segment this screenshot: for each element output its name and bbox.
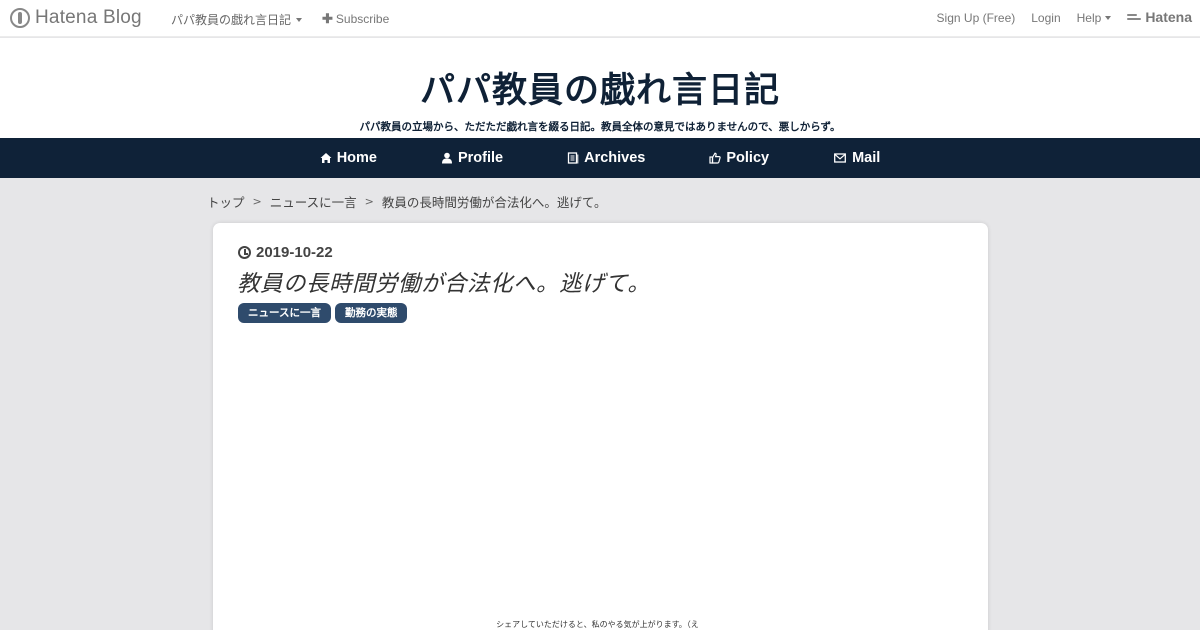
nav-item-label: Home (336, 150, 377, 166)
hatena-logo[interactable]: Hatena (1127, 9, 1192, 25)
envelope-icon (834, 153, 847, 163)
breadcrumb: トップ > ニュースに一言 > 教員の長時間労働が合法化へ。逃げて。 (207, 192, 606, 211)
category-badge[interactable]: 勤務の実態 (334, 303, 408, 323)
plus-icon: ✚ (322, 11, 333, 26)
archive-icon (567, 152, 579, 164)
category-badge[interactable]: ニュースに一言 (238, 303, 331, 323)
nav-item-label: Policy (726, 150, 770, 166)
nav-item-mail[interactable]: Mail (801, 138, 912, 178)
nav-item-policy[interactable]: Policy (677, 138, 801, 178)
home-icon (320, 153, 332, 163)
breadcrumb-separator: > (364, 195, 374, 208)
hatena-blog-logo-icon (10, 8, 30, 28)
nav-item-profile[interactable]: Profile (409, 138, 535, 178)
breadcrumb-item-current: 教員の長時間労働が合法化へ。逃げて。 (381, 195, 607, 210)
caret-down-icon (1105, 16, 1112, 20)
thumbs-up-icon (709, 152, 722, 164)
blog-title[interactable]: パパ教員の戯れ言日記 (0, 62, 1200, 113)
article-categories: ニュースに一言 勤務の実態 (238, 303, 408, 323)
person-icon (441, 152, 452, 164)
hatena-logo-text: Hatena (1145, 9, 1192, 25)
nav-item-label: Archives (584, 150, 646, 166)
nav-item-archives[interactable]: Archives (535, 138, 677, 178)
article-date-text: 2019-10-22 (256, 244, 333, 261)
article-title[interactable]: 教員の長時間労働が合法化へ。逃げて。 (237, 266, 650, 298)
nav-item-home[interactable]: Home (288, 138, 409, 178)
hatena-bar-right: Sign Up (Free) Login Help Hatena (937, 9, 1192, 25)
blog-name-label: パパ教員の戯れ言日記 (171, 13, 292, 27)
hatena-blog-logo-text: Hatena Blog (35, 7, 142, 28)
share-note: シェアしていただけると、私のやる気が上がります。（え (496, 620, 699, 629)
caret-down-icon (296, 17, 303, 22)
breadcrumb-item-category[interactable]: ニュースに一言 (270, 192, 357, 211)
subscribe-button[interactable]: ✚ Subscribe (322, 11, 389, 27)
nav-item-label: Mail (852, 150, 881, 166)
hatena-global-header: Hatena Blog パパ教員の戯れ言日記 ✚ Subscribe Sign … (0, 0, 1200, 37)
breadcrumb-item-top[interactable]: トップ (207, 192, 245, 211)
blog-header: パパ教員の戯れ言日記 パパ教員の立場から、ただただ戯れ言を綴る日記。教員全体の意… (0, 38, 1200, 138)
signup-link[interactable]: Sign Up (Free) (937, 11, 1016, 25)
nav-item-label: Profile (457, 150, 504, 166)
breadcrumb-separator: > (252, 195, 262, 208)
clock-icon (238, 246, 251, 259)
blog-description: パパ教員の立場から、ただただ戯れ言を綴る日記。教員全体の意見ではありませんので、… (359, 121, 841, 133)
hatena-blog-logo[interactable]: Hatena Blog (10, 7, 142, 29)
hatena-mark-icon (1127, 13, 1142, 21)
help-dropdown[interactable]: Help (1077, 11, 1112, 25)
article-card: 2019-10-22 教員の長時間労働が合法化へ。逃げて。 ニュースに一言 勤務… (213, 223, 988, 630)
global-nav: Home Profile Archives Policy Mail (0, 138, 1200, 178)
subscribe-label: Subscribe (335, 12, 390, 26)
article-date[interactable]: 2019-10-22 (238, 244, 333, 261)
blog-name-dropdown[interactable]: パパ教員の戯れ言日記 (171, 11, 303, 28)
help-label: Help (1076, 11, 1102, 25)
login-link[interactable]: Login (1031, 11, 1060, 25)
